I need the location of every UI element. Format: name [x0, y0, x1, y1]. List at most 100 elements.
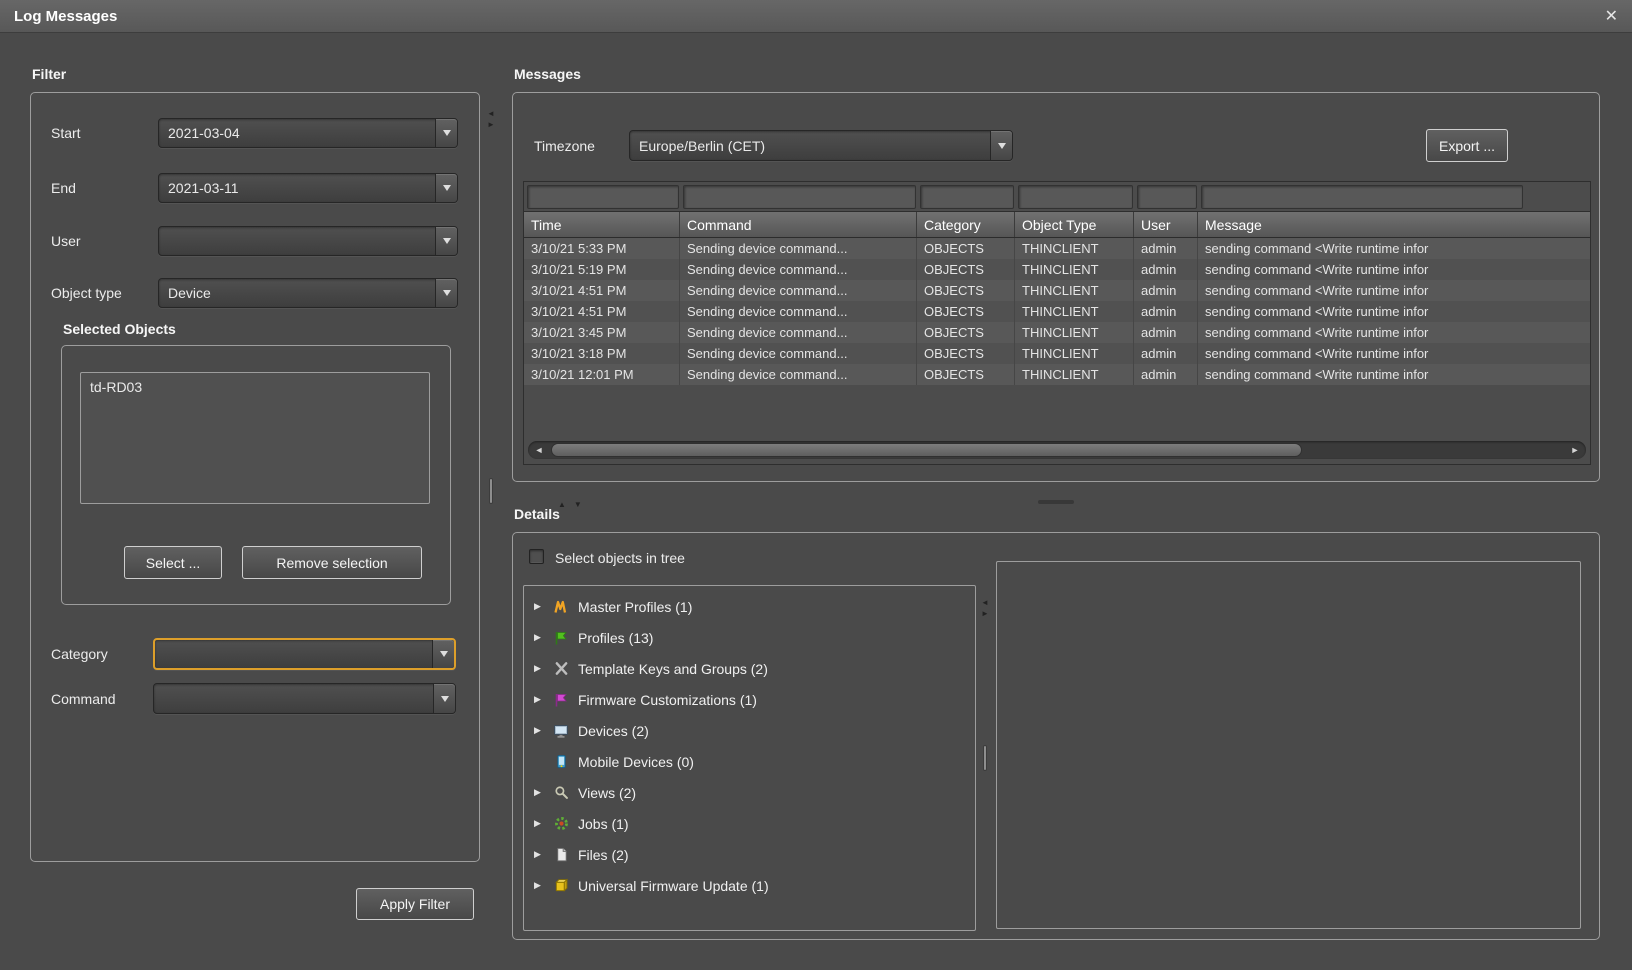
splitter-grip: [489, 478, 493, 504]
end-date-combobox[interactable]: 2021-03-11: [158, 173, 458, 203]
dropdown-arrow-icon[interactable]: [435, 174, 457, 202]
start-date-combobox[interactable]: 2021-03-04: [158, 118, 458, 148]
expand-arrow-icon[interactable]: ▶: [534, 849, 551, 860]
horizontal-scrollbar[interactable]: ◄ ►: [528, 441, 1586, 459]
tree-item-profiles[interactable]: ▶ Profiles (13): [524, 622, 975, 653]
firmware-customizations-icon: [551, 691, 571, 708]
top-bottom-splitter[interactable]: ▲ ▼: [512, 494, 1600, 510]
category-value: [155, 640, 432, 668]
jobs-icon: [551, 815, 571, 832]
tree-item-files[interactable]: ▶ Files (2): [524, 839, 975, 870]
command-label: Command: [51, 691, 116, 707]
category-combobox[interactable]: [153, 638, 456, 670]
user-label: User: [51, 233, 81, 249]
col-header-category[interactable]: Category: [917, 212, 1015, 237]
expand-arrow-icon[interactable]: ▶: [534, 880, 551, 891]
scroll-left-icon[interactable]: ◄: [528, 445, 550, 455]
object-type-filter-input[interactable]: [1018, 185, 1133, 209]
category-filter-input[interactable]: [920, 185, 1014, 209]
tree-item-jobs[interactable]: ▶ Jobs (1): [524, 808, 975, 839]
export-button[interactable]: Export ...: [1426, 129, 1508, 162]
collapse-down-icon[interactable]: ▼: [574, 500, 582, 509]
log-row[interactable]: 3/10/21 12:01 PM Sending device command.…: [524, 364, 1590, 385]
message-filter-input[interactable]: [1201, 185, 1523, 209]
user-filter-input[interactable]: [1137, 185, 1197, 209]
filter-group-title: Filter: [32, 66, 66, 82]
time-filter-input[interactable]: [527, 185, 679, 209]
expand-arrow-icon[interactable]: ▶: [534, 601, 551, 612]
expand-arrow-icon[interactable]: ▶: [534, 787, 551, 798]
expand-arrow-icon[interactable]: ▶: [534, 694, 551, 705]
tree-item-views[interactable]: ▶ Views (2): [524, 777, 975, 808]
mobile-devices-icon: [551, 753, 571, 770]
remove-selection-button[interactable]: Remove selection: [242, 546, 422, 579]
expand-arrow-icon[interactable]: ▶: [534, 818, 551, 829]
window-title: Log Messages: [14, 8, 117, 25]
dropdown-arrow-icon[interactable]: [990, 131, 1012, 160]
splitter-grip: [983, 745, 987, 771]
col-header-message[interactable]: Message: [1198, 212, 1590, 237]
select-button[interactable]: Select ...: [124, 546, 222, 579]
dropdown-arrow-icon[interactable]: [435, 119, 457, 147]
col-header-object-type[interactable]: Object Type: [1015, 212, 1134, 237]
devices-icon: [551, 722, 571, 739]
object-type-value: Device: [159, 279, 435, 307]
log-row[interactable]: 3/10/21 3:45 PM Sending device command..…: [524, 322, 1590, 343]
window-titlebar: Log Messages ✕: [0, 0, 1632, 33]
object-tree: ▶ Master Profiles (1) ▶ Profiles (13) ▶ …: [523, 585, 976, 931]
tree-item-universal-firmware-update[interactable]: ▶ Universal Firmware Update (1): [524, 870, 975, 901]
expand-arrow-icon[interactable]: ▶: [534, 632, 551, 643]
user-combobox[interactable]: [158, 226, 458, 256]
selected-objects-title: Selected Objects: [63, 321, 176, 337]
dropdown-arrow-icon[interactable]: [433, 684, 455, 713]
select-objects-checkbox[interactable]: [529, 549, 544, 564]
col-header-time[interactable]: Time: [524, 212, 680, 237]
collapse-left-icon[interactable]: ◄: [484, 108, 498, 119]
command-combobox[interactable]: [153, 683, 456, 714]
messages-group: Timezone Europe/Berlin (CET) Export ... …: [512, 92, 1600, 482]
universal-firmware-update-icon: [551, 877, 571, 894]
details-content-panel: [996, 561, 1581, 929]
log-row[interactable]: 3/10/21 4:51 PM Sending device command..…: [524, 301, 1590, 322]
tree-item-master-profiles[interactable]: ▶ Master Profiles (1): [524, 591, 975, 622]
log-row[interactable]: 3/10/21 5:19 PM Sending device command..…: [524, 259, 1590, 280]
object-type-combobox[interactable]: Device: [158, 278, 458, 308]
table-body: 3/10/21 5:33 PM Sending device command..…: [524, 238, 1590, 385]
col-header-command[interactable]: Command: [680, 212, 917, 237]
tree-item-devices[interactable]: ▶ Devices (2): [524, 715, 975, 746]
log-row[interactable]: 3/10/21 3:18 PM Sending device command..…: [524, 343, 1590, 364]
table-header-row: Time Command Category Object Type User M…: [524, 212, 1590, 238]
collapse-right-icon[interactable]: ►: [978, 608, 992, 619]
scroll-right-icon[interactable]: ►: [1564, 445, 1586, 455]
scrollbar-thumb[interactable]: [551, 443, 1302, 457]
timezone-label: Timezone: [534, 138, 595, 154]
user-value: [159, 227, 435, 255]
object-type-label: Object type: [51, 285, 122, 301]
expand-arrow-icon[interactable]: ▶: [534, 663, 551, 674]
details-splitter[interactable]: ◄ ►: [978, 585, 993, 931]
collapse-right-icon[interactable]: ►: [484, 119, 498, 130]
tree-item-mobile-devices[interactable]: ▶ Mobile Devices (0): [524, 746, 975, 777]
timezone-combobox[interactable]: Europe/Berlin (CET): [629, 130, 1013, 161]
selected-objects-group: td-RD03 Select ... Remove selection: [61, 345, 451, 605]
category-label: Category: [51, 646, 108, 662]
close-icon[interactable]: ✕: [1605, 6, 1618, 26]
dropdown-arrow-icon[interactable]: [435, 227, 457, 255]
timezone-value: Europe/Berlin (CET): [630, 131, 990, 160]
list-item[interactable]: td-RD03: [90, 379, 420, 395]
selected-objects-list[interactable]: td-RD03: [80, 372, 430, 504]
collapse-left-icon[interactable]: ◄: [978, 597, 992, 608]
expand-arrow-icon[interactable]: ▶: [534, 725, 551, 736]
log-row[interactable]: 3/10/21 5:33 PM Sending device command..…: [524, 238, 1590, 259]
left-right-splitter[interactable]: ◄ ►: [484, 94, 498, 860]
log-row[interactable]: 3/10/21 4:51 PM Sending device command..…: [524, 280, 1590, 301]
command-value: [154, 684, 433, 713]
tree-item-template-keys[interactable]: ▶ Template Keys and Groups (2): [524, 653, 975, 684]
command-filter-input[interactable]: [683, 185, 916, 209]
col-header-user[interactable]: User: [1134, 212, 1198, 237]
tree-item-firmware-customizations[interactable]: ▶ Firmware Customizations (1): [524, 684, 975, 715]
apply-filter-button[interactable]: Apply Filter: [356, 888, 474, 920]
start-label: Start: [51, 125, 81, 141]
dropdown-arrow-icon[interactable]: [435, 279, 457, 307]
dropdown-arrow-icon[interactable]: [432, 640, 454, 668]
